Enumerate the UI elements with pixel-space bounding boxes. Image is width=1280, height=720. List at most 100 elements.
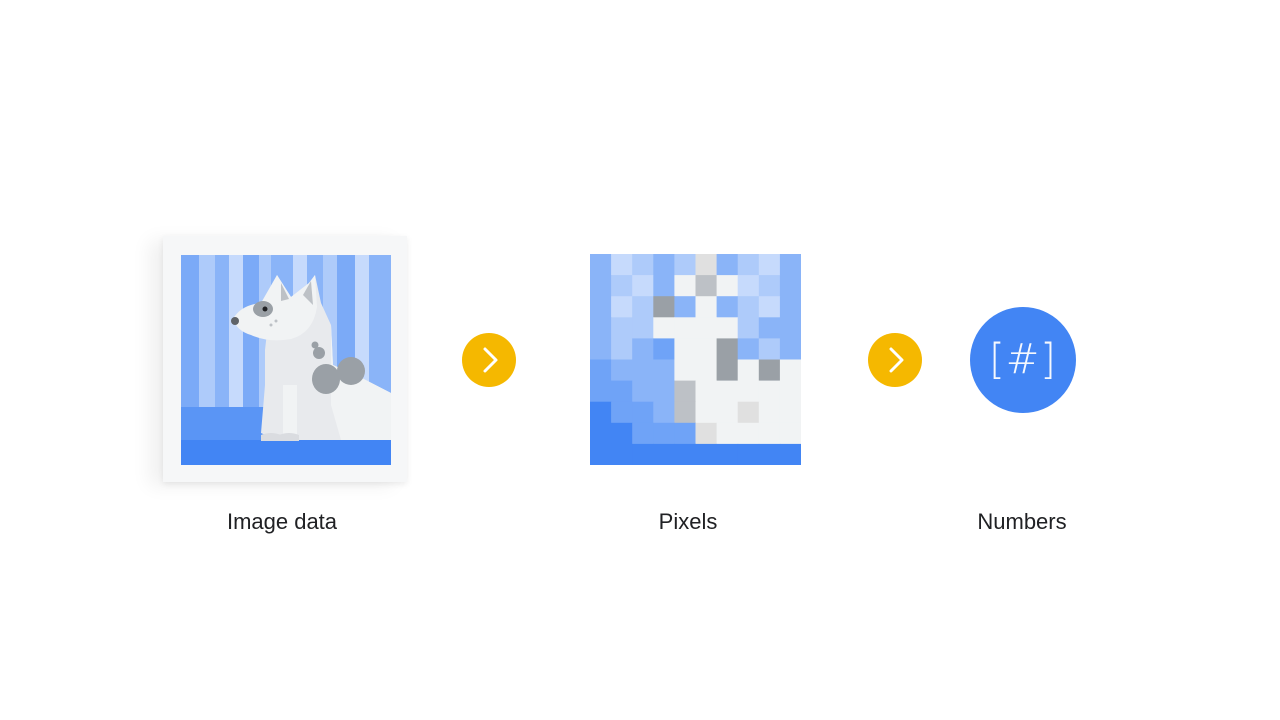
pixel-cell [590,254,612,276]
pixel-cell [758,380,781,403]
pixel-cell [632,338,654,360]
diagram-canvas: [#] Image data Pixels Numbers [0,0,1280,720]
pixel-cell [695,359,718,382]
pixel-cell [674,275,696,297]
pixel-cell [758,254,781,276]
pixel-cell [758,443,781,465]
pixel-cell [716,254,739,276]
pixel-cell [779,275,801,297]
pixel-cell [632,359,654,382]
pixel-cell [653,422,675,445]
pixel-cell [653,296,675,318]
hash-brackets-icon: [#] [970,307,1076,413]
pixel-cell [632,317,654,339]
pixel-cell [716,275,739,297]
pixel-cell [611,422,633,445]
pixel-cell [695,338,718,360]
pixel-cell [590,338,612,360]
pixel-cell [695,401,718,424]
pixel-cell [632,443,654,465]
pixel-cell [632,422,654,445]
pixel-cell [590,380,612,403]
pixel-cell [674,296,696,318]
pixel-cell [716,296,739,318]
pixel-cell [716,401,739,424]
label-pixels: Pixels [658,509,718,534]
pixel-cell [758,359,781,382]
label-image-data: Image data [226,509,338,534]
pixel-cell [779,443,801,465]
chevron-right-icon [461,332,517,388]
pixel-cell [779,254,801,276]
pixel-cell [779,338,801,360]
pixel-cell [653,359,675,382]
pixel-cell [611,338,633,360]
pixel-cell [590,359,612,382]
pixel-cell [758,275,781,297]
dog-photo-icon [181,255,391,465]
pixel-cell [611,443,633,465]
pixel-cell [653,254,675,276]
pixel-cell [779,359,801,382]
pixel-cell [674,359,696,382]
pixel-cell [737,317,760,339]
hash-glyph: [#] [989,335,1057,385]
pixel-cell [716,338,739,360]
pixel-cell [758,422,781,445]
pixelated-image-icon [590,254,801,465]
pixel-cell [611,401,633,424]
pixel-cell [653,275,675,297]
pixel-cell [779,380,801,403]
pixel-cell [632,254,654,276]
pixel-cell [716,443,739,465]
pixel-cell [737,359,760,382]
pixel-cell [611,380,633,403]
pixel-cell [632,401,654,424]
pixel-cell [674,422,696,445]
pixel-cell [674,338,696,360]
pixel-cell [716,359,739,382]
pixel-cell [590,296,612,318]
pixel-cell [590,275,612,297]
pixel-cell [590,422,612,445]
pixel-cell [653,380,675,403]
pixel-cell [716,317,739,339]
pixel-cell [737,443,760,465]
pixel-cell [758,401,781,424]
pixel-cell [590,317,612,339]
pixel-cell [590,401,612,424]
pixel-cell [611,275,633,297]
pixel-cell [674,443,696,465]
pixel-cell [779,422,801,445]
pixel-cell [779,401,801,424]
pixel-cell [716,380,739,403]
pixel-cell [653,338,675,360]
pixel-cell [716,422,739,445]
pixel-cell [779,296,801,318]
pixel-cell [653,443,675,465]
pixel-cell [611,296,633,318]
pixel-cell [674,401,696,424]
pixel-cell [632,380,654,403]
pixel-cell [611,317,633,339]
pixel-cell [632,296,654,318]
pixel-cell [674,317,696,339]
pixel-cell [695,422,718,445]
pixel-cell [758,338,781,360]
pixel-cell [758,296,781,318]
pixel-cell [695,275,718,297]
pixel-cell [674,380,696,403]
pixel-cell [674,254,696,276]
pixel-cell [737,338,760,360]
pixel-cell [611,359,633,382]
pixel-cell [590,443,612,465]
pixel-cell [737,422,760,445]
pixel-cell [737,380,760,403]
pixel-cell [737,401,760,424]
pixel-cell [653,401,675,424]
pixel-cell [695,296,718,318]
pixel-cell [695,443,718,465]
pixel-cell [653,317,675,339]
pixel-cell [779,317,801,339]
chevron-right-icon [867,332,923,388]
